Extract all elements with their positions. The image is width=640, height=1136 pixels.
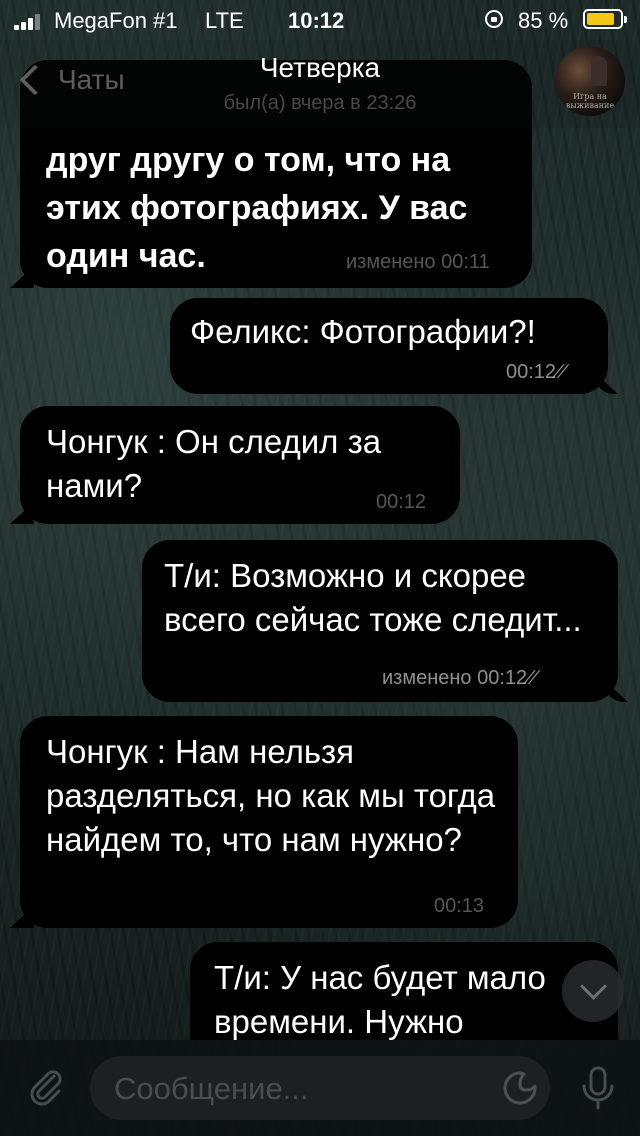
message-time: 00:12 [506, 361, 557, 383]
message-incoming[interactable]: Чонгук : Нам нельзя разделяться, но как … [20, 716, 518, 928]
avatar[interactable]: Игра на выживание [555, 46, 625, 116]
message-text: Чонгук : Нам нельзя разделяться, но как … [46, 733, 496, 858]
signal-strength-icon [14, 14, 48, 30]
chevron-down-icon [580, 973, 607, 1000]
rotation-lock-icon [485, 10, 503, 28]
microphone-icon[interactable] [578, 1064, 618, 1112]
battery-level [587, 13, 614, 25]
message-meta: изменено 00:11 [346, 250, 490, 274]
message-meta: изменено 00:12 ∕∕ [382, 666, 541, 690]
message-time: 00:12 [376, 491, 427, 513]
message-outgoing[interactable]: Т/и: Возможно и скорее всего сейчас тоже… [142, 540, 618, 702]
message-text: Т/и: У нас будет мало времени. Нужно [214, 959, 546, 1040]
message-input[interactable] [112, 1064, 486, 1114]
carrier-name: MegaFon #1 [54, 8, 178, 33]
clock: 10:12 [288, 8, 345, 33]
paperclip-icon[interactable] [26, 1066, 66, 1106]
message-list[interactable]: друг другу о том, что на этих фотография… [0, 0, 640, 1040]
message-outgoing[interactable]: Феликс: Фотографии?! 00:12 ∕∕ [170, 298, 608, 394]
message-incoming[interactable]: Чонгук : Он следил за нами? 00:12 [20, 406, 460, 524]
input-bar [0, 1040, 640, 1136]
battery-percent: 85 % [518, 8, 569, 33]
sticker-icon[interactable] [502, 1070, 538, 1106]
message-meta: 00:12 [376, 490, 426, 514]
battery-icon [583, 9, 627, 29]
avatar-caption: Игра на выживание [565, 92, 615, 110]
message-input-field[interactable] [90, 1056, 550, 1120]
message-time: изменено 00:11 [346, 251, 490, 273]
message-outgoing[interactable]: Т/и: У нас будет мало времени. Нужно [190, 942, 618, 1040]
message-time: 00:13 [434, 895, 485, 917]
message-meta: 00:12 ∕∕ [506, 360, 570, 384]
network-type: LTE [205, 8, 244, 33]
message-text: Феликс: Фотографии?! [190, 313, 536, 350]
message-text: Т/и: Возможно и скорее всего сейчас тоже… [164, 557, 582, 638]
scroll-down-button[interactable] [562, 960, 624, 1022]
avatar-figure [591, 56, 607, 86]
chat-header: Чаты Четверка был(а) вчера в 23:26 Игра … [0, 40, 640, 128]
last-seen-status: был(а) вчера в 23:26 [223, 92, 417, 114]
message-meta: 00:13 [434, 894, 484, 918]
chat-title[interactable]: Четверка [0, 52, 640, 84]
message-time: изменено 00:12 [382, 667, 528, 689]
status-bar: MegaFon #1 LTE 10:12 85 % [0, 0, 640, 40]
